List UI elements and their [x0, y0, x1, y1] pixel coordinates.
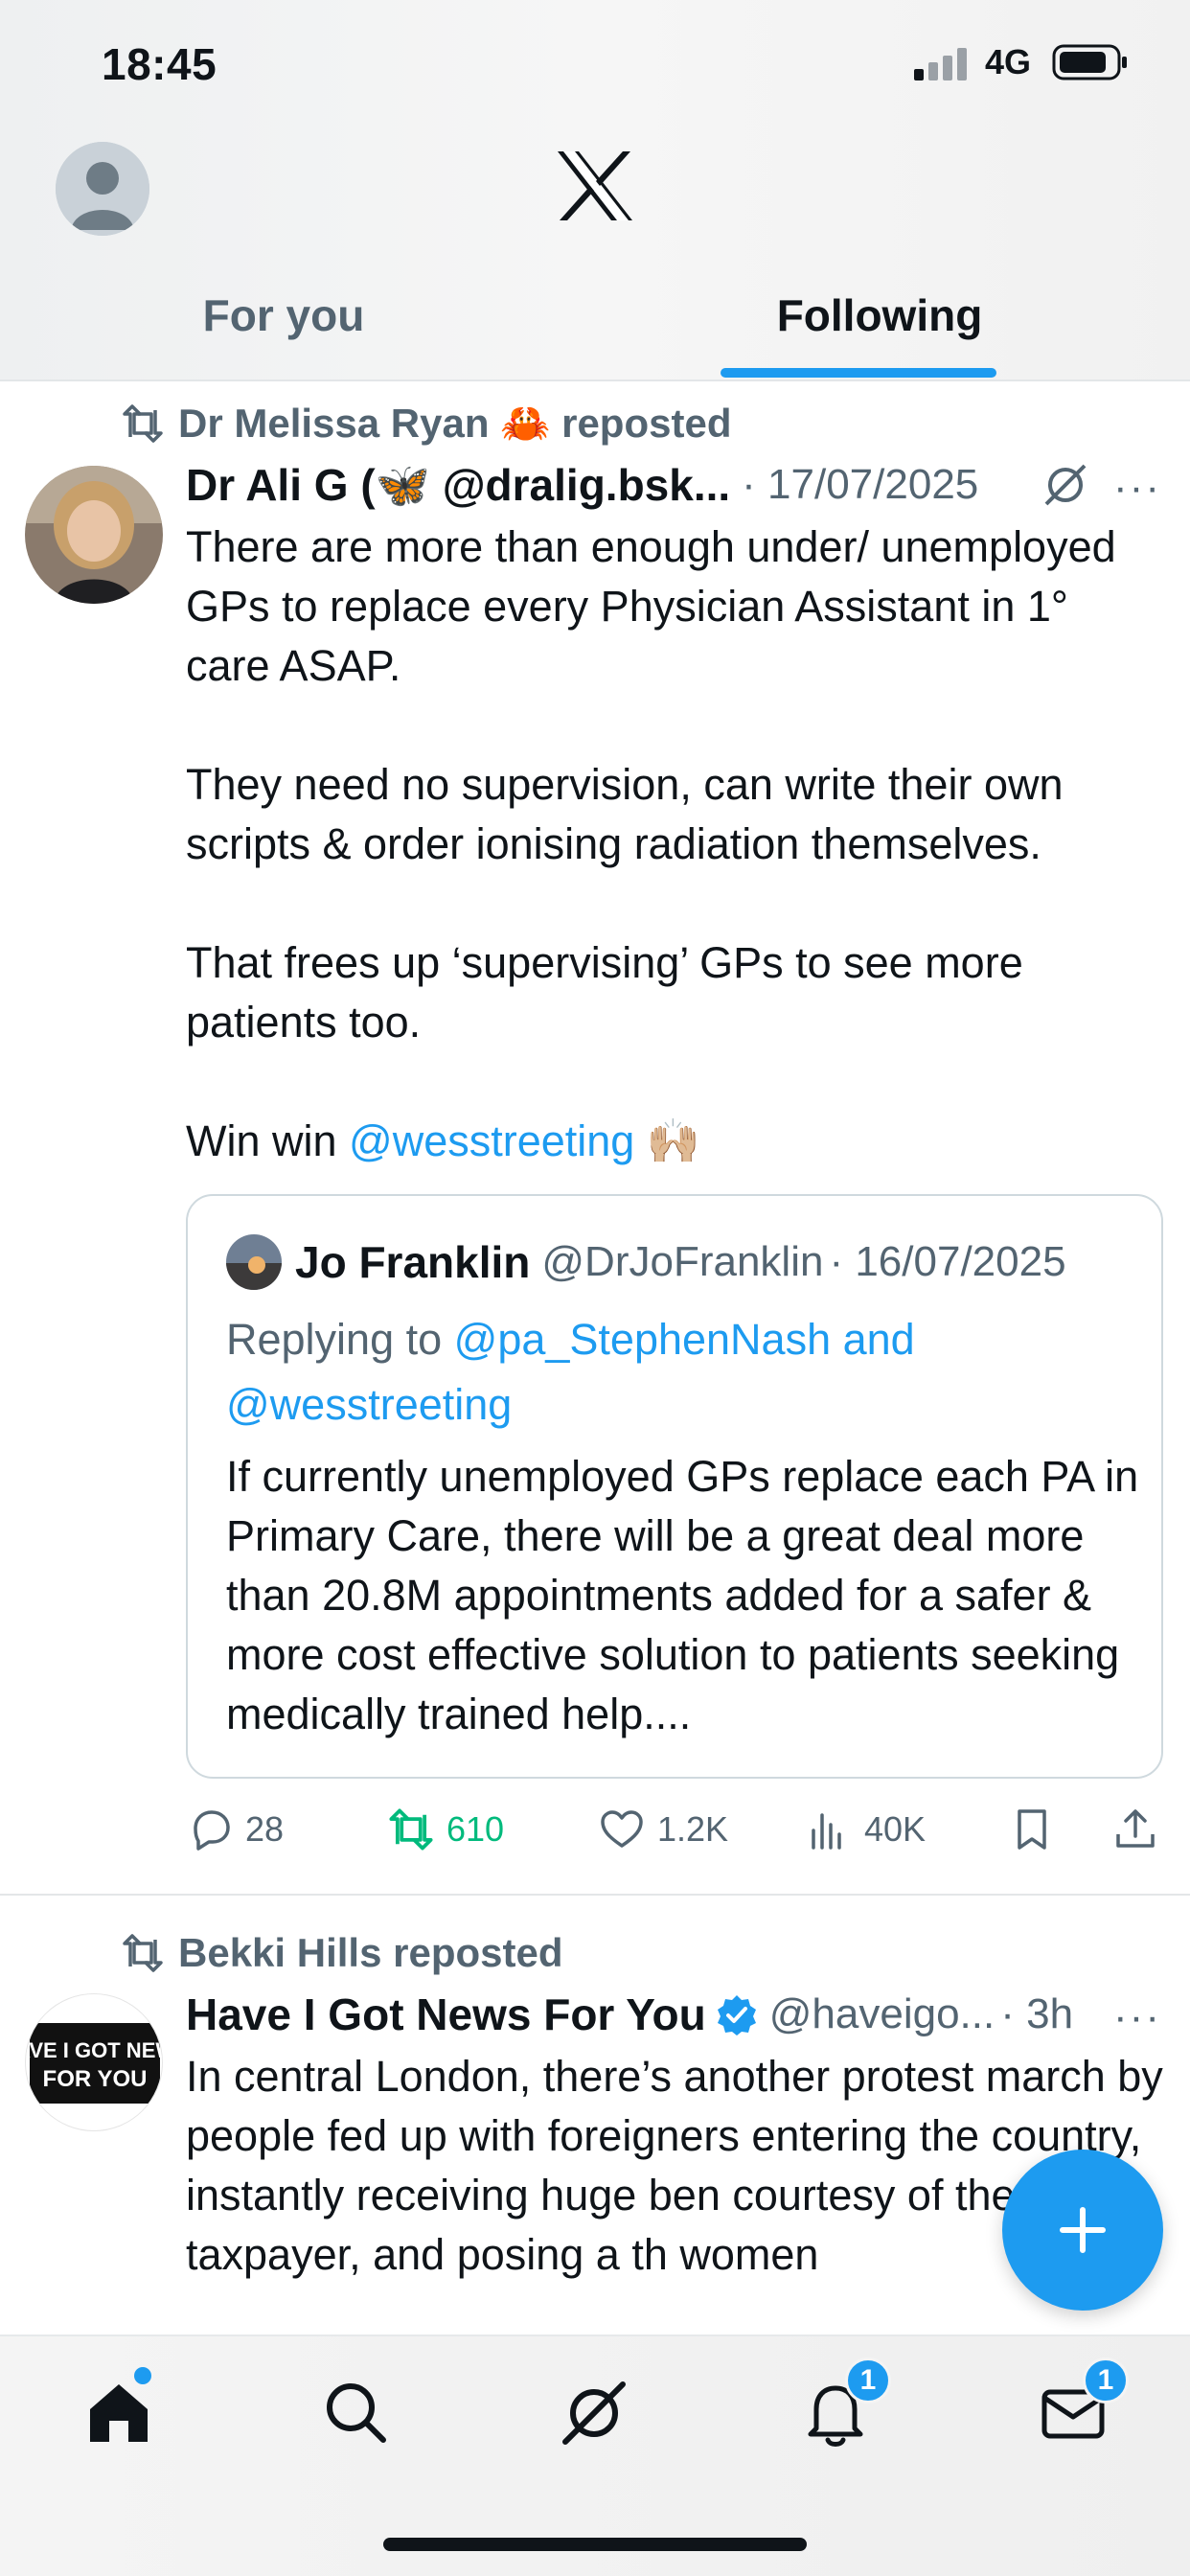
- like-count: 1.2K: [657, 1809, 729, 1849]
- reply-icon: [194, 1810, 230, 1851]
- heart-icon: [601, 1810, 643, 1848]
- mention-link[interactable]: @pa_StephenNash: [454, 1315, 831, 1364]
- bookmark-icon: [1018, 1809, 1046, 1850]
- quote-author-name: Jo Franklin: [295, 1237, 531, 1287]
- post-paragraph: There are more than enough under/ unempl…: [186, 522, 1116, 690]
- author-avatar[interactable]: HAVE I GOT NEWS FOR YOU: [25, 1993, 163, 2131]
- grok-icon[interactable]: [1041, 460, 1090, 510]
- author-handle: @haveigo...: [768, 1990, 995, 2037]
- profile-avatar-button[interactable]: [56, 142, 149, 236]
- quoted-post[interactable]: Jo Franklin @DrJoFranklin · 16/07/2025 R…: [186, 1194, 1163, 1779]
- share-icon: [1116, 1809, 1155, 1848]
- raising-hands-emoji: 🙌🏼: [646, 1116, 700, 1165]
- repost-icon: [123, 1934, 163, 1972]
- repost-context[interactable]: Dr Melissa Ryan 🦀 reposted: [121, 395, 731, 452]
- battery-icon: [1052, 44, 1127, 80]
- quote-header: Jo Franklin @DrJoFranklin · 16/07/2025: [226, 1234, 1066, 1290]
- post-paragraph: That frees up ‘supervising’ GPs to see m…: [186, 938, 1023, 1046]
- nav-home[interactable]: [80, 2375, 157, 2451]
- repost-button[interactable]: 610: [387, 1796, 504, 1863]
- tab-following[interactable]: Following: [594, 278, 1165, 381]
- mention-link[interactable]: @wesstreeting: [226, 1380, 512, 1429]
- repost-icon: [123, 404, 163, 443]
- author-avatar[interactable]: [25, 466, 163, 604]
- quote-author-avatar: [226, 1234, 282, 1290]
- repost-icon: [389, 1808, 433, 1851]
- post-date: · 17/07/2025: [742, 461, 979, 508]
- mention-link[interactable]: @wesstreeting: [349, 1116, 634, 1165]
- cellular-signal-icon: [914, 48, 967, 80]
- reposted-by-text: Bekki Hills reposted: [178, 1930, 563, 1975]
- views-icon: [812, 1813, 841, 1850]
- post-time: · 3h: [1000, 1990, 1074, 2037]
- author-photo: [25, 466, 163, 604]
- like-button[interactable]: 1.2K: [598, 1796, 728, 1863]
- status-time: 18:45: [102, 39, 217, 89]
- x-logo-icon: [558, 151, 632, 220]
- post-divider: [0, 1894, 1190, 1896]
- bookmark-button[interactable]: [1008, 1796, 1067, 1863]
- sunset-photo: [226, 1234, 282, 1290]
- repost-context[interactable]: Bekki Hills reposted: [121, 1924, 562, 1982]
- author-name[interactable]: Dr Ali G (🦋 @dralig.bsk...: [186, 459, 730, 512]
- active-tab-indicator: [721, 368, 996, 378]
- replying-and: and: [831, 1315, 915, 1364]
- reply-count: 28: [245, 1809, 285, 1849]
- nav-grok[interactable]: [556, 2375, 632, 2451]
- post-header: Dr Ali G (🦋 @dralig.bsk... · 17/07/2025: [186, 456, 978, 514]
- more-options-icon[interactable]: ···: [1113, 464, 1161, 512]
- home-unread-dot: [134, 2367, 151, 2384]
- reply-button[interactable]: 28: [186, 1796, 284, 1863]
- notifications-badge: 1: [845, 2358, 891, 2404]
- quote-body: If currently unemployed GPs replace each…: [226, 1452, 1139, 1738]
- quote-date: · 16/07/2025: [829, 1238, 1066, 1285]
- header-divider: [0, 380, 1190, 381]
- search-icon: [327, 2383, 386, 2443]
- messages-badge: 1: [1083, 2358, 1129, 2404]
- post-paragraph-last: Win win @wesstreeting 🙌🏼: [186, 1112, 1163, 1171]
- post-paragraph: They need no supervision, can write thei…: [186, 760, 1064, 868]
- share-button[interactable]: [1111, 1796, 1171, 1863]
- post-header: Have I Got News For You @haveigo... · 3h: [186, 1986, 1073, 2043]
- more-options-icon[interactable]: ···: [1113, 1993, 1161, 2041]
- repost-count: 610: [446, 1809, 505, 1849]
- post-text-prefix: Win win: [186, 1116, 350, 1165]
- reposted-by-text: Dr Melissa Ryan 🦀 reposted: [178, 400, 732, 446]
- plus-icon: [1060, 2207, 1106, 2253]
- replying-to-prefix: Replying to: [226, 1315, 454, 1364]
- nav-search[interactable]: [318, 2375, 395, 2451]
- quote-author-handle: @DrJoFranklin: [541, 1238, 824, 1285]
- status-bar: 18:45 4G: [0, 0, 1190, 125]
- replying-to: Replying to @pa_StephenNash and @wesstre…: [226, 1307, 1146, 1438]
- post-actions: 28 610 1.2K 40K: [186, 1796, 1163, 1863]
- network-type: 4G: [985, 42, 1032, 81]
- home-indicator: [383, 2538, 807, 2551]
- views-button[interactable]: 40K: [805, 1796, 926, 1863]
- compose-post-button[interactable]: [1002, 2150, 1163, 2311]
- svg-text:FOR YOU: FOR YOU: [43, 2066, 148, 2092]
- grok-icon: [562, 2381, 626, 2445]
- timeline-tabs: For you Following: [0, 278, 1190, 381]
- tab-for-you[interactable]: For you: [0, 278, 567, 381]
- hignfy-logo: HAVE I GOT NEWS FOR YOU: [26, 2023, 163, 2104]
- home-icon: [90, 2384, 148, 2442]
- svg-text:HAVE I GOT NEWS: HAVE I GOT NEWS: [26, 2038, 163, 2062]
- default-avatar-icon: [56, 142, 149, 236]
- verified-badge-icon: [717, 1995, 756, 2036]
- views-count: 40K: [864, 1809, 927, 1849]
- author-name[interactable]: Have I Got News For You: [186, 1989, 706, 2040]
- post-body: There are more than enough under/ unempl…: [186, 518, 1163, 1171]
